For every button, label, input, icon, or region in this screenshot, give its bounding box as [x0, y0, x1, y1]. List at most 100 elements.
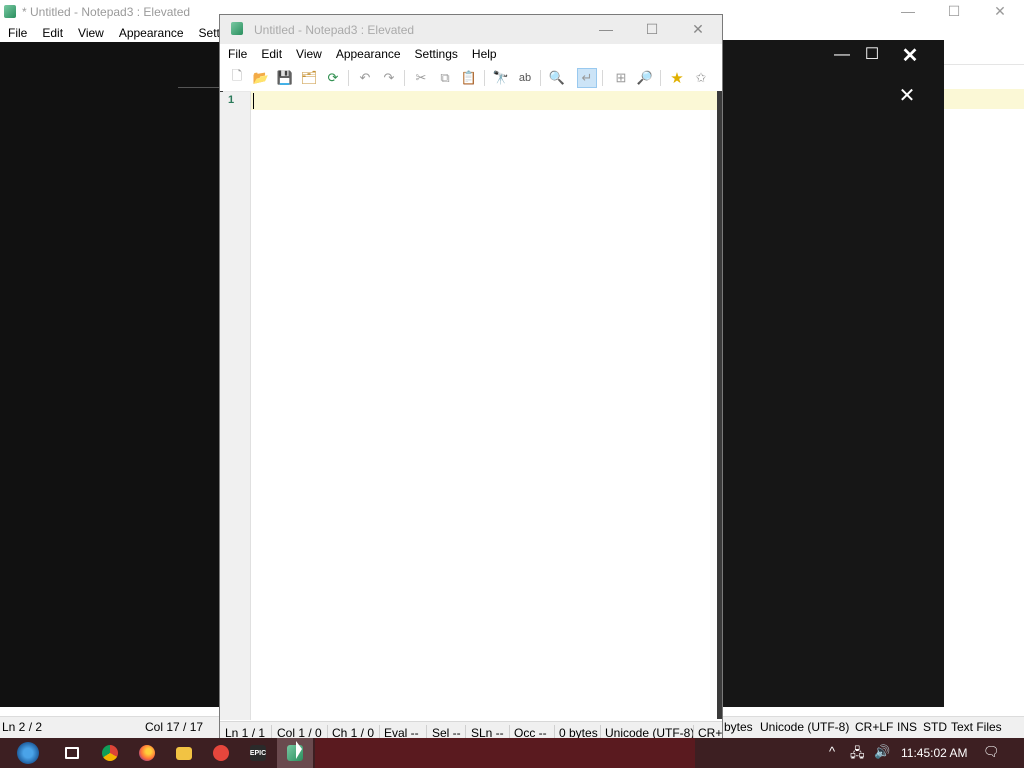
background-current-line [944, 89, 1024, 109]
background-toolbar-rule [944, 64, 1024, 65]
background-menu-edit[interactable]: Edit [34, 24, 70, 40]
reload-icon[interactable]: ⟳ [323, 68, 343, 88]
line-number: 1 [228, 94, 235, 106]
status-separator [465, 725, 466, 739]
background-status-encoding[interactable]: Unicode (UTF-8) [760, 720, 849, 734]
taskbar-notepad3[interactable] [277, 738, 313, 768]
background-menu-appearance[interactable]: Appearance [111, 24, 191, 40]
favorites-icon[interactable]: ★ [667, 68, 687, 88]
taskbar-chrome[interactable] [92, 738, 128, 768]
mouse-cursor [296, 741, 302, 759]
background-status-filetype[interactable]: Text Files [951, 720, 1002, 734]
tray-chevron-icon[interactable]: ^ [829, 744, 835, 759]
menu-help[interactable]: Help [464, 44, 503, 61]
toolbar: 🗋 📂 💾 🗂 ⟳ ↶ ↷ ✂ ⧉ 📋 🔭 ab 🔍 ↵ ⊞ 🔎 ★ ✩ [220, 65, 722, 92]
overlay-maximize-button[interactable]: ☐ [862, 44, 882, 64]
word-wrap-icon[interactable]: ↵ [577, 68, 597, 88]
status-separator [600, 725, 601, 739]
background-maximize-button[interactable]: ☐ [931, 0, 977, 24]
background-status-ins[interactable]: INS [897, 720, 917, 734]
find-icon[interactable]: 🔭 [491, 68, 511, 88]
start-button[interactable] [8, 738, 48, 768]
editor-text-area[interactable] [251, 91, 717, 110]
background-close-button[interactable]: ✕ [977, 0, 1023, 24]
menu-appearance[interactable]: Appearance [328, 44, 407, 61]
taskbar-app-red[interactable] [203, 738, 239, 768]
redo-icon[interactable]: ↷ [379, 68, 399, 88]
background-editor-strip [944, 42, 1024, 707]
status-separator [327, 725, 328, 739]
red-app-icon [213, 745, 229, 761]
toolbar-separator [660, 70, 661, 86]
new-icon[interactable]: 🗋 [227, 68, 247, 88]
dark-overlay-window: — ☐ ✕ ✕ [720, 40, 944, 707]
notepad3-window: Untitled - Notepad3 : Elevated — ☐ ✕ Fil… [219, 14, 723, 742]
task-view-button[interactable] [54, 738, 90, 768]
windows-start-icon [17, 742, 39, 764]
status-separator [509, 725, 510, 739]
line-number-gutter [220, 92, 251, 720]
background-menu-bar: FileEditViewAppearanceSettin [0, 24, 220, 42]
menu-edit[interactable]: Edit [253, 44, 288, 61]
taskbar-clock[interactable]: 11:45:02 AM [901, 746, 968, 760]
firefox-icon [139, 745, 155, 761]
overlay-minimize-button[interactable]: — [832, 46, 852, 64]
background-menu-settings[interactable]: Settin [191, 24, 220, 40]
close-button[interactable]: ✕ [675, 15, 721, 44]
minimize-button[interactable]: — [583, 15, 629, 44]
chrome-icon [102, 745, 118, 761]
overlay-close-icon[interactable]: ✕ [895, 83, 919, 108]
notifications-icon[interactable]: 🗨 [983, 744, 1000, 760]
notepad3-app-icon [231, 22, 243, 35]
overlay-close-button[interactable]: ✕ [898, 43, 922, 68]
volume-icon[interactable]: 🔊 [874, 744, 890, 760]
background-status-bytes: bytes [724, 720, 753, 734]
folder-icon [176, 746, 192, 760]
background-status-std[interactable]: STD [923, 720, 947, 734]
taskbar-file-explorer[interactable] [166, 738, 202, 768]
network-icon[interactable]: 🖧 [850, 744, 865, 766]
undo-icon[interactable]: ↶ [355, 68, 375, 88]
background-menu-file[interactable]: File [0, 24, 34, 40]
status-separator [693, 725, 694, 739]
split-view-icon[interactable]: ⊞ [611, 68, 631, 88]
background-status-eol[interactable]: CR+LF [855, 720, 893, 734]
menu-file[interactable]: File [220, 44, 253, 61]
background-divider [178, 87, 220, 88]
copy-icon[interactable]: ⧉ [435, 68, 455, 88]
background-status-line: Ln 2 / 2 [2, 720, 43, 734]
background-menu-view[interactable]: View [70, 24, 111, 40]
taskbar-firefox[interactable] [129, 738, 165, 768]
paste-icon[interactable]: 📋 [459, 68, 479, 88]
cut-icon[interactable]: ✂ [411, 68, 431, 88]
taskbar-epic-games[interactable]: EPIC [240, 738, 276, 768]
notepad3-app-icon [4, 5, 16, 18]
toolbar-separator [348, 70, 349, 86]
toolbar-separator [540, 70, 541, 86]
status-separator [379, 725, 380, 739]
background-window-title: * Untitled - Notepad3 : Elevated [22, 5, 191, 19]
open-icon[interactable]: 📂 [251, 68, 271, 88]
epic-games-icon: EPIC [250, 745, 266, 761]
zoom-icon[interactable]: 🔍 [547, 68, 567, 88]
title-bar[interactable]: Untitled - Notepad3 : Elevated — ☐ ✕ [220, 15, 722, 44]
menu-view[interactable]: View [288, 44, 328, 61]
background-minimize-button[interactable]: — [885, 0, 931, 24]
window-title: Untitled - Notepad3 : Elevated [254, 23, 415, 37]
text-caret [253, 93, 254, 109]
menu-bar: File Edit View Appearance Settings Help [220, 44, 722, 64]
menu-settings[interactable]: Settings [407, 44, 464, 61]
status-separator [426, 725, 427, 739]
status-separator [271, 725, 272, 739]
background-status-column: Col 17 / 17 [145, 720, 204, 734]
task-view-icon [65, 747, 79, 759]
status-separator [554, 725, 555, 739]
replace-icon[interactable]: ab [515, 68, 535, 88]
zoom-in-icon[interactable]: 🔎 [635, 68, 655, 88]
maximize-button[interactable]: ☐ [629, 15, 675, 44]
toolbar-separator [602, 70, 603, 86]
save-as-icon[interactable]: 🗂 [299, 68, 319, 88]
save-icon[interactable]: 💾 [275, 68, 295, 88]
window-right-border [717, 91, 722, 719]
add-favorite-icon[interactable]: ✩ [691, 68, 711, 88]
